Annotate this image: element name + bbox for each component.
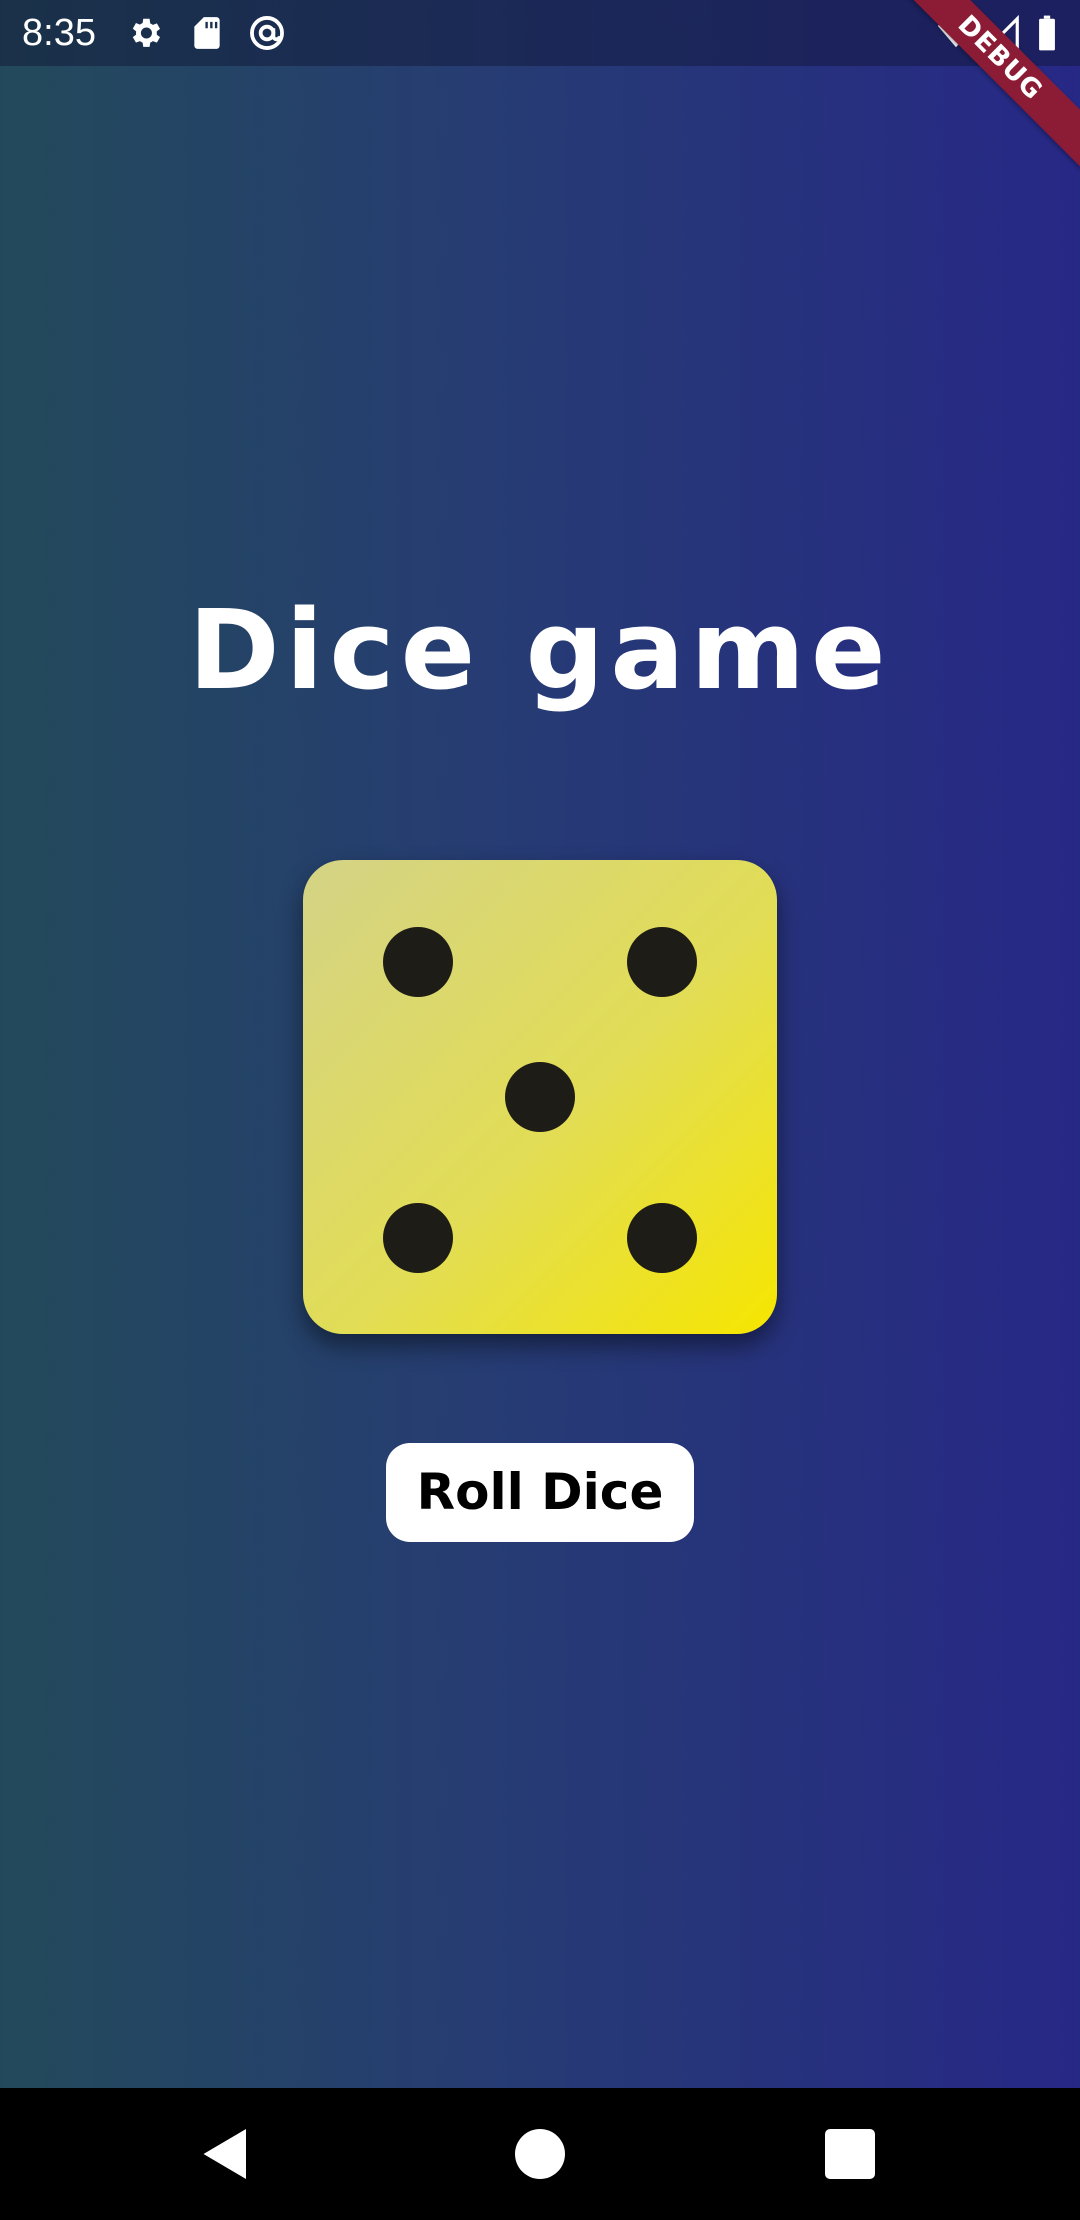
dice-pip	[505, 1062, 575, 1132]
recents-icon[interactable]	[820, 2124, 880, 2184]
dice-pip	[627, 927, 697, 997]
battery-icon	[1036, 14, 1058, 52]
navigation-bar	[0, 2088, 1080, 2220]
status-time: 8:35	[22, 12, 96, 54]
at-sign-icon	[248, 14, 286, 52]
sd-card-icon	[188, 14, 226, 52]
dice-pip	[383, 927, 453, 997]
dice-pip	[383, 1203, 453, 1273]
gear-icon	[126, 14, 164, 52]
status-bar: 8:35	[0, 0, 1080, 66]
home-icon[interactable]	[510, 2124, 570, 2184]
roll-dice-button[interactable]: Roll Dice	[386, 1443, 694, 1542]
dice-pip	[627, 1203, 697, 1273]
dice-face	[303, 860, 777, 1334]
page-title: Dice game	[188, 586, 892, 714]
back-icon[interactable]	[196, 2124, 256, 2184]
